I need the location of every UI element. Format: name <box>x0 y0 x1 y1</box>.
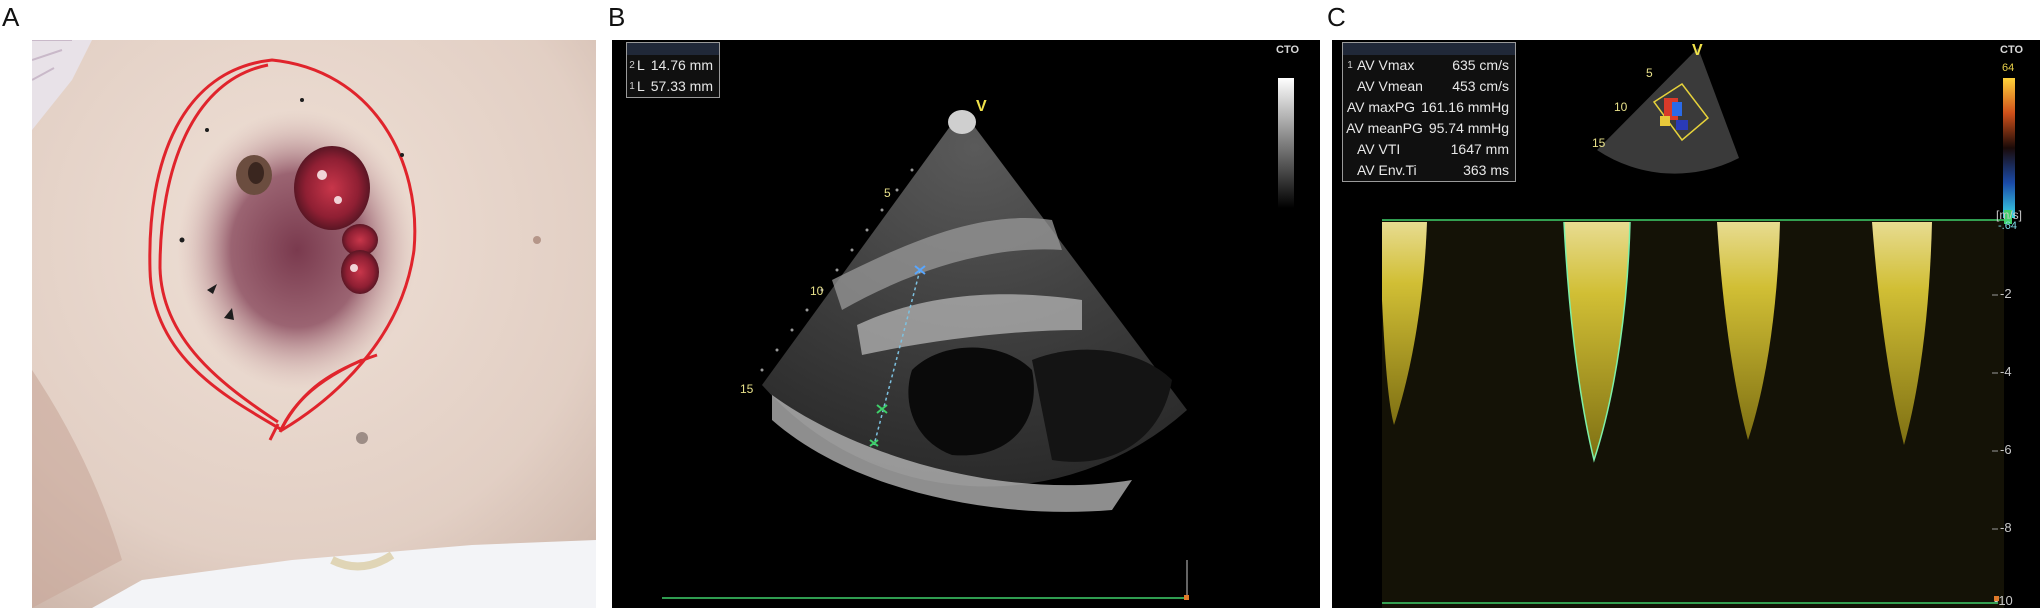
echo-2d-image: 2 L 14.76 mm 1 L 57.33 mm CTO V 5 10 15 <box>612 40 1320 608</box>
panel-b-letter: B <box>608 2 626 32</box>
velocity-tick-label: -4 <box>2000 364 2012 379</box>
velocity-unit-label: [m/s] <box>1996 208 2022 222</box>
probe-marker: V <box>1692 42 1703 59</box>
clinical-photo-drawing <box>32 40 596 608</box>
measurement-row: AV Env.Ti 363 ms <box>1357 162 1509 178</box>
measurement-row: 1 L 57.33 mm <box>629 78 713 94</box>
depth-label-10: 10 <box>1614 100 1628 114</box>
color-bar-max-label: 64 <box>2002 62 2015 74</box>
measurement-row: 1 AV Vmax 635 cm/s <box>1347 57 1509 73</box>
clinical-photo <box>32 40 596 608</box>
measurement-box: 1 AV Vmax 635 cm/s AV Vmean 453 cm/s AV … <box>1342 42 1516 182</box>
depth-label-15: 15 <box>1592 136 1606 150</box>
panel-c-letter: C <box>1327 2 1346 32</box>
measurement-box: 2 L 14.76 mm 1 L 57.33 mm <box>626 42 720 98</box>
depth-label-5: 5 <box>884 186 891 200</box>
panel-a-letter: A <box>2 2 20 32</box>
velocity-tick-label: -10 <box>1994 593 2013 608</box>
depth-label-10: 10 <box>810 284 824 298</box>
velocity-tick-label: -2 <box>2000 286 2012 301</box>
depth-label-5: 5 <box>1646 66 1653 80</box>
measurement-row: AV maxPG 161.16 mmHg <box>1346 99 1509 115</box>
measurement-row: AV meanPG 95.74 mmHg <box>1346 120 1509 136</box>
depth-label-15: 15 <box>740 382 754 396</box>
ulcer-upper <box>294 146 370 230</box>
measurement-box-header <box>627 43 719 55</box>
ulcer-lower <box>341 250 379 294</box>
grayscale-bar <box>1278 78 1294 208</box>
measurement-box-header <box>1343 43 1515 55</box>
probe-marker: V <box>976 98 987 115</box>
velocity-tick-label: -6 <box>2000 442 2012 457</box>
measurement-row: AV Vmean 453 cm/s <box>1357 78 1509 94</box>
velocity-tick-label: -8 <box>2000 520 2012 535</box>
cto-label: CTO <box>2000 44 2024 56</box>
measurement-row: 2 L 14.76 mm <box>629 57 713 73</box>
measurement-row: AV VTI 1647 mm <box>1357 141 1509 157</box>
color-velocity-bar <box>2003 78 2015 218</box>
hematoma-area <box>177 110 417 390</box>
echo-sector-drawing <box>662 78 1294 600</box>
cto-label: CTO <box>1276 44 1300 56</box>
doppler-image: 1 AV Vmax 635 cm/s AV Vmean 453 cm/s AV … <box>1332 40 2040 608</box>
